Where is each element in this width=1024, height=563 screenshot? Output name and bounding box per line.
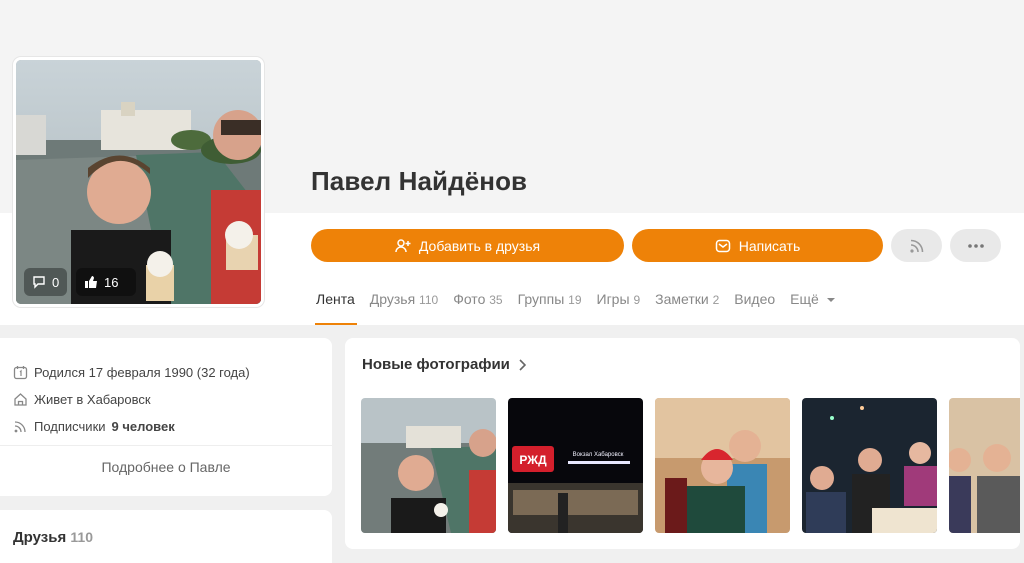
new-photos-title-text: Новые фотографии bbox=[362, 356, 510, 373]
tab-count: 19 bbox=[568, 293, 582, 307]
chevron-right-icon bbox=[519, 358, 526, 371]
tab-more[interactable]: Ещё bbox=[785, 283, 842, 325]
more-actions-button[interactable] bbox=[950, 229, 1001, 262]
tab-games[interactable]: Игры 9 bbox=[592, 283, 647, 325]
mail-icon bbox=[715, 239, 730, 252]
tab-label: Ещё bbox=[790, 291, 819, 307]
station-sign: Вокзал Хабаровск bbox=[573, 452, 624, 458]
about-card: Родился 17 февраля 1990 (32 года) Живет … bbox=[0, 338, 332, 496]
add-friend-button[interactable]: Добавить в друзья bbox=[311, 229, 624, 262]
add-user-icon bbox=[395, 238, 411, 252]
write-label: Написать bbox=[738, 237, 801, 254]
city-text[interactable]: Живет в Хабаровск bbox=[34, 392, 151, 407]
comments-count: 0 bbox=[52, 274, 60, 290]
tab-feed[interactable]: Лента bbox=[311, 283, 361, 325]
friends-card: Друзья 110 bbox=[0, 510, 332, 563]
subscribe-button[interactable] bbox=[891, 229, 942, 262]
chevron-down-icon bbox=[826, 298, 835, 302]
photo-image bbox=[802, 398, 937, 533]
likes-count: 16 bbox=[104, 274, 119, 290]
rss-icon bbox=[909, 239, 923, 253]
tab-groups[interactable]: Группы 19 bbox=[513, 283, 588, 325]
write-message-button[interactable]: Написать bbox=[632, 229, 883, 262]
birth-text: Родился 17 февраля 1990 (32 года) bbox=[34, 365, 250, 380]
ellipsis-icon bbox=[967, 243, 984, 248]
photo-thumbnail[interactable] bbox=[802, 398, 937, 533]
subscribers-row[interactable]: Подписчики 9 человек bbox=[13, 419, 175, 434]
photo-thumbnail[interactable]: РЖД Вокзал Хабаровск bbox=[508, 398, 643, 533]
tab-label: Фото bbox=[453, 291, 486, 307]
tab-label: Группы bbox=[517, 291, 565, 307]
profile-avatar[interactable]: 0 16 bbox=[13, 57, 264, 307]
home-icon bbox=[14, 393, 27, 406]
photo-image bbox=[361, 398, 496, 533]
likes-stat[interactable]: 16 bbox=[76, 268, 136, 296]
subscribers-value: 9 человек bbox=[111, 419, 175, 434]
tab-label: Лента bbox=[316, 291, 355, 307]
photo-image bbox=[949, 398, 1020, 533]
profile-tabs: Лента Друзья 110 Фото 35 Группы 19 Игры … bbox=[311, 283, 846, 325]
new-photos-card: Новые фотографии РЖД Вокзал Хабаровск bbox=[345, 338, 1020, 549]
photo-thumbnail[interactable] bbox=[949, 398, 1020, 533]
friends-count: 110 bbox=[70, 529, 93, 545]
add-friend-label: Добавить в друзья bbox=[418, 237, 541, 254]
photo-thumbnail[interactable] bbox=[361, 398, 496, 533]
tab-count: 9 bbox=[633, 293, 641, 307]
tab-count: 110 bbox=[419, 293, 439, 307]
photo-image: РЖД Вокзал Хабаровск bbox=[508, 398, 643, 533]
tab-count: 35 bbox=[489, 293, 503, 307]
friends-title-text: Друзья bbox=[13, 529, 67, 546]
tab-notes[interactable]: Заметки 2 bbox=[650, 283, 725, 325]
tab-label: Друзья bbox=[369, 291, 416, 307]
tab-label: Заметки bbox=[655, 291, 709, 307]
more-about-link[interactable]: Подробнее о Павле bbox=[0, 459, 332, 475]
like-icon bbox=[85, 276, 97, 288]
tab-friends[interactable]: Друзья 110 bbox=[365, 283, 444, 325]
friends-title[interactable]: Друзья 110 bbox=[13, 529, 93, 546]
rzd-sign: РЖД bbox=[519, 453, 547, 467]
photo-image bbox=[655, 398, 790, 533]
tab-count: 2 bbox=[712, 293, 720, 307]
comments-stat[interactable]: 0 bbox=[24, 268, 68, 296]
tab-label: Видео bbox=[734, 291, 776, 307]
new-photos-title[interactable]: Новые фотографии bbox=[362, 356, 526, 373]
tab-label: Игры bbox=[596, 291, 630, 307]
divider bbox=[0, 445, 332, 446]
rss-icon bbox=[14, 421, 26, 433]
city-row: Живет в Хабаровск bbox=[13, 392, 151, 407]
subscribers-label: Подписчики bbox=[34, 419, 106, 434]
profile-name: Павел Найдёнов bbox=[311, 166, 528, 196]
photo-thumbnail[interactable] bbox=[655, 398, 790, 533]
tab-video[interactable]: Видео bbox=[729, 283, 781, 325]
calendar-icon bbox=[13, 366, 28, 380]
comment-icon bbox=[33, 276, 45, 289]
birth-row: Родился 17 февраля 1990 (32 года) bbox=[13, 365, 250, 380]
tab-photos[interactable]: Фото 35 bbox=[448, 283, 508, 325]
